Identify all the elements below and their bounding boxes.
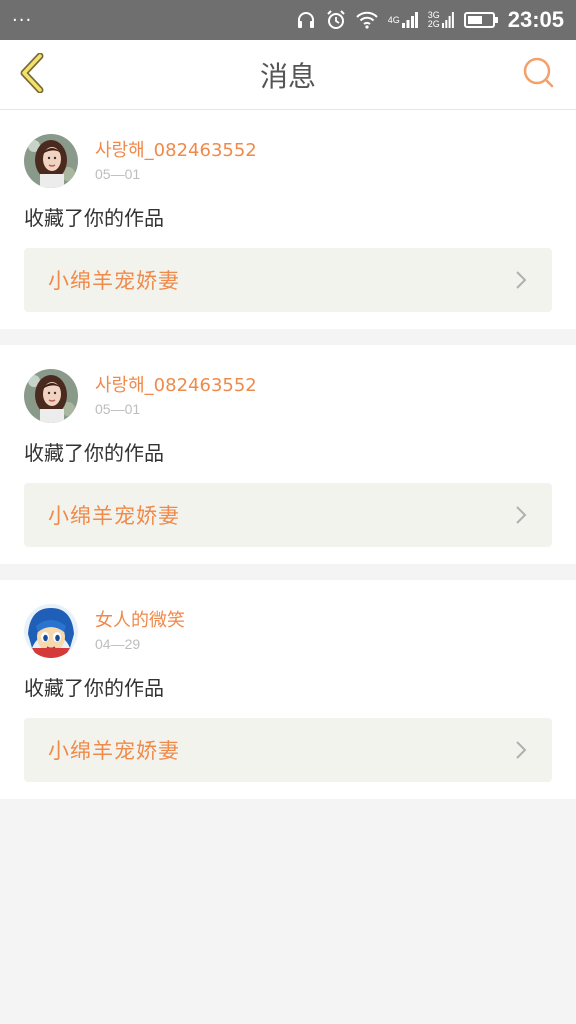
notification-dots: ··· [12,9,33,31]
app-header: 消息 [0,40,576,110]
message-date: 05—01 [95,166,141,182]
work-link[interactable]: 小绵羊宠娇妻 [24,483,552,547]
network-type-label: 4G [387,14,400,25]
message-card: 사랑해_082463552 05—01 收藏了你的作品 小绵羊宠娇妻 [0,345,576,564]
status-bar: ··· 4G 3G 2G 23:05 [0,0,576,40]
chevron-right-icon [514,739,528,761]
chevron-right-icon [514,269,528,291]
user-meta: 사랑해_082463552 05—01 [95,139,257,183]
avatar[interactable] [24,134,78,188]
work-link[interactable]: 小绵羊宠娇妻 [24,248,552,312]
signal-4g-icon: 4G [388,12,418,28]
alarm-icon [326,10,346,30]
work-title: 小绵羊宠娇妻 [48,739,180,763]
headphones-icon [296,11,316,29]
message-header: 사랑해_082463552 05—01 [24,133,552,189]
search-button[interactable] [518,55,558,95]
message-card: 사랑해_082463552 05—01 收藏了你的作品 小绵羊宠娇妻 [0,110,576,329]
user-meta: 女人的微笑 04—29 [95,609,185,653]
page-title: 消息 [259,59,316,93]
avatar[interactable] [24,604,78,658]
signal-3g-2g-icon: 3G 2G [428,11,454,29]
work-link[interactable]: 小绵羊宠娇妻 [24,718,552,782]
user-meta: 사랑해_082463552 05—01 [95,374,257,418]
username[interactable]: 사랑해_082463552 [95,139,257,163]
battery-icon [463,12,498,28]
message-header: 사랑해_082463552 05—01 [24,368,552,424]
chevron-right-icon [514,504,528,526]
message-date: 04—29 [95,636,141,652]
back-button[interactable] [12,52,52,97]
message-list: 사랑해_082463552 05—01 收藏了你的作品 小绵羊宠娇妻 사랑해_0… [0,110,576,815]
status-icons: 4G 3G 2G 23:05 [296,7,564,33]
clock: 23:05 [507,7,564,32]
username[interactable]: 사랑해_082463552 [95,374,257,398]
network-2g-label: 2G [427,19,440,29]
work-title: 小绵羊宠娇妻 [48,504,180,528]
message-card: 女人的微笑 04—29 收藏了你的作品 小绵羊宠娇妻 [0,580,576,799]
action-text: 收藏了你的作品 [24,441,164,465]
action-text: 收藏了你的作品 [24,676,164,700]
chevron-left-icon [18,52,46,97]
work-title: 小绵羊宠娇妻 [48,269,180,293]
username[interactable]: 女人的微笑 [95,609,185,633]
message-header: 女人的微笑 04—29 [24,603,552,659]
search-icon [521,56,555,94]
message-date: 05—01 [95,401,141,417]
action-text: 收藏了你的作品 [24,206,164,230]
wifi-icon [355,11,378,29]
avatar[interactable] [24,369,78,423]
